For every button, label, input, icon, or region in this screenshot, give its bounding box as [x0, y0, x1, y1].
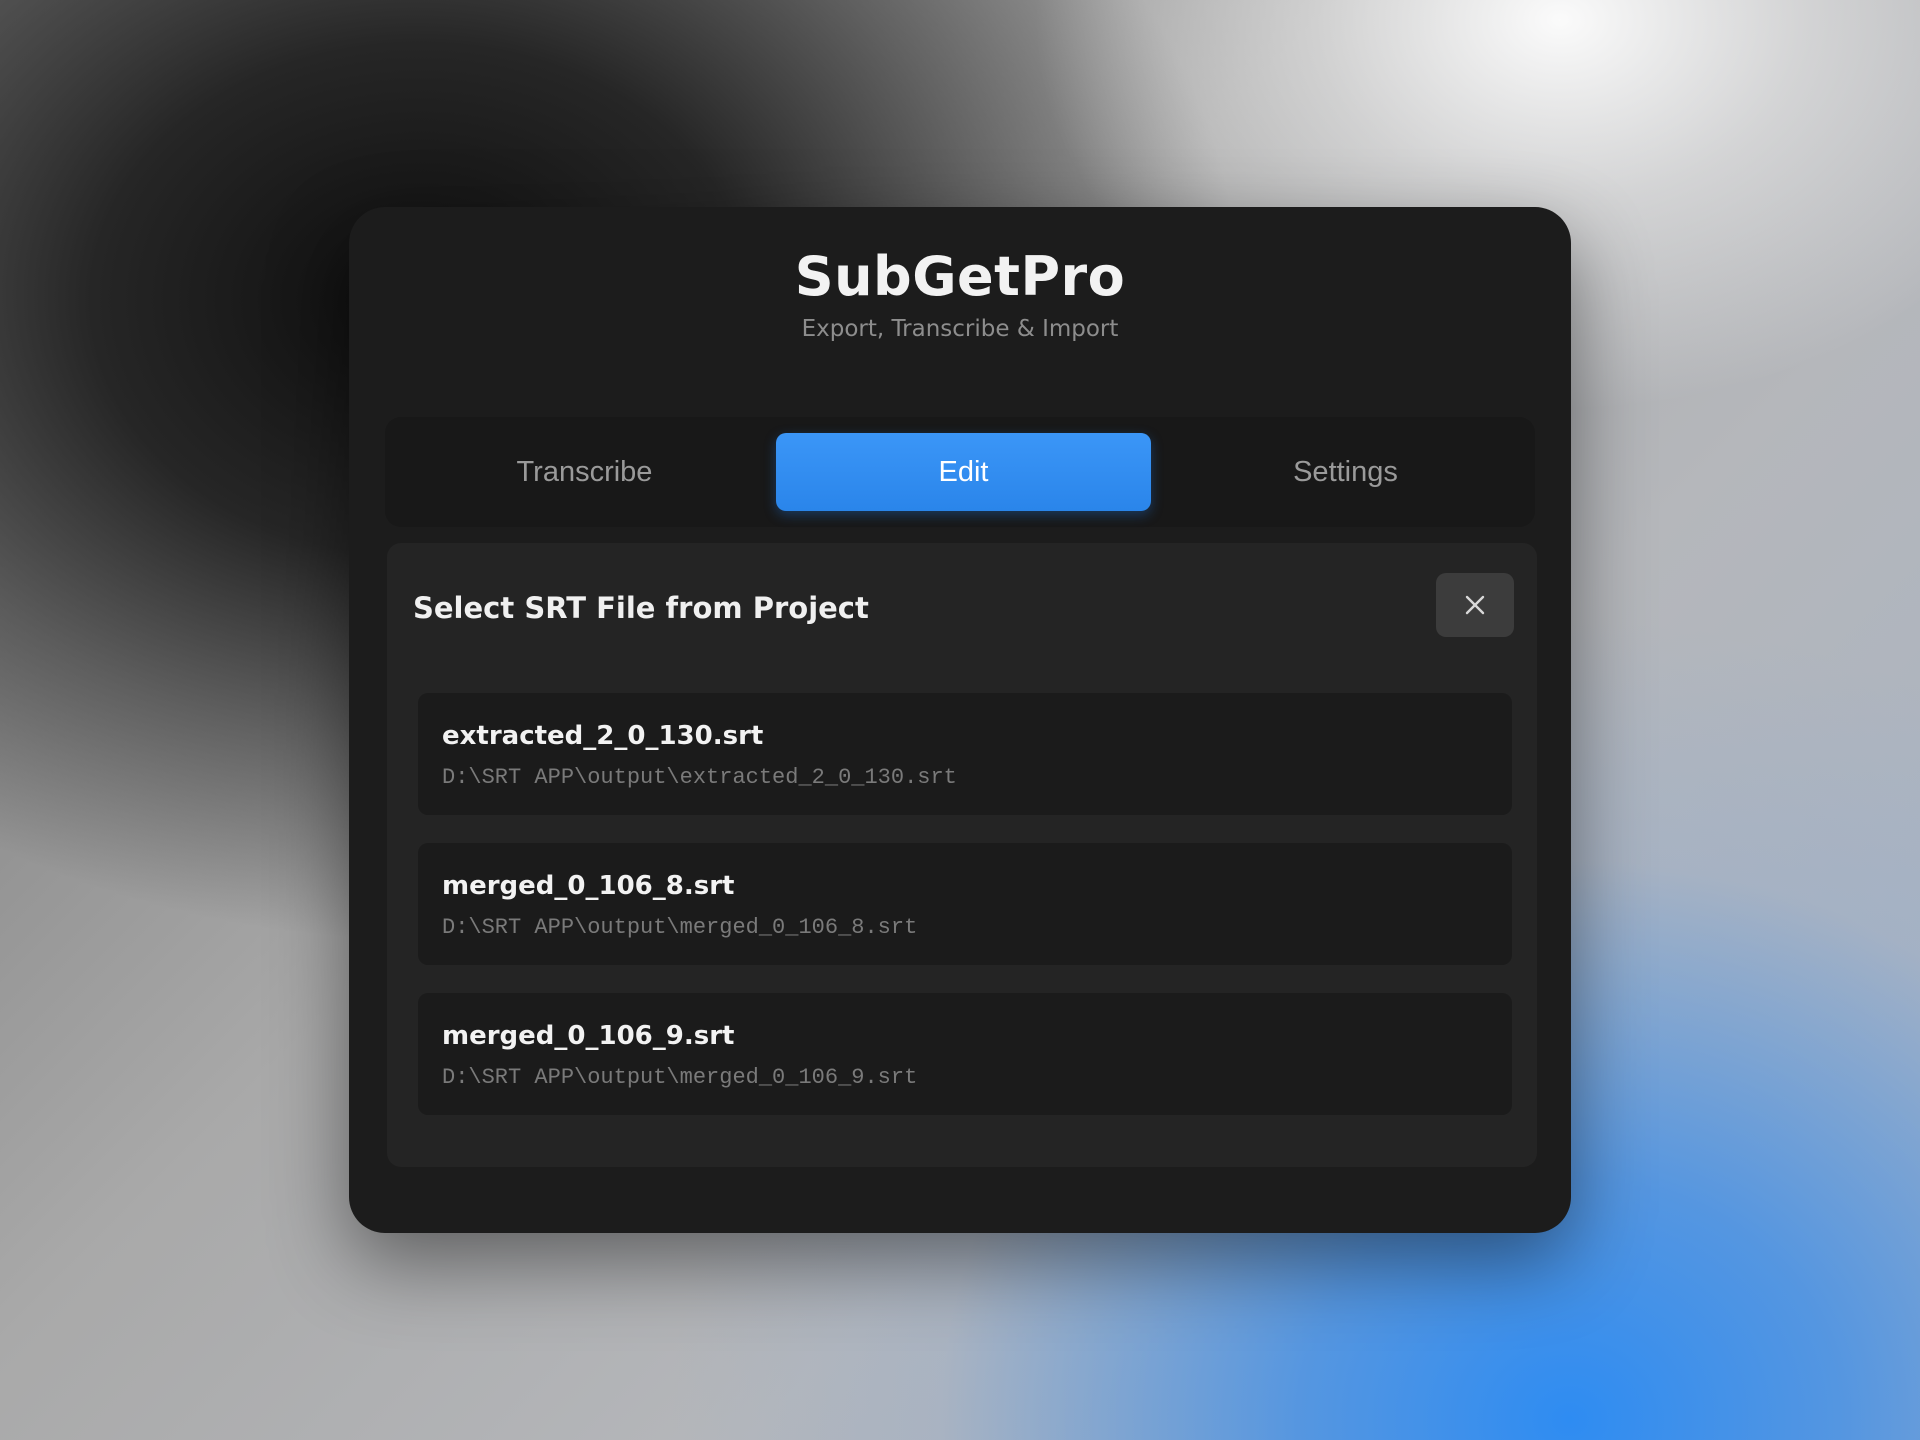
tab-bar: Transcribe Edit Settings — [385, 417, 1535, 527]
file-list-item[interactable]: merged_0_106_8.srt D:\SRT APP\output\mer… — [418, 843, 1512, 965]
tab-settings[interactable]: Settings — [1158, 433, 1533, 511]
file-list-item[interactable]: merged_0_106_9.srt D:\SRT APP\output\mer… — [418, 993, 1512, 1115]
app-subtitle: Export, Transcribe & Import — [801, 316, 1119, 343]
file-path: D:\SRT APP\output\extracted_2_0_130.srt — [442, 765, 957, 790]
file-name: extracted_2_0_130.srt — [442, 721, 764, 751]
app-window: SubGetPro Export, Transcribe & Import Tr… — [349, 207, 1571, 1233]
srt-select-dialog: Select SRT File from Project extracted_2… — [387, 543, 1537, 1167]
dialog-title: Select SRT File from Project — [413, 591, 869, 625]
file-path: D:\SRT APP\output\merged_0_106_9.srt — [442, 1065, 918, 1090]
file-name: merged_0_106_8.srt — [442, 871, 735, 901]
file-name: merged_0_106_9.srt — [442, 1021, 735, 1051]
close-button[interactable] — [1436, 573, 1514, 637]
tab-transcribe[interactable]: Transcribe — [397, 433, 772, 511]
file-path: D:\SRT APP\output\merged_0_106_8.srt — [442, 915, 918, 940]
tab-edit[interactable]: Edit — [776, 433, 1151, 511]
app-header: SubGetPro Export, Transcribe & Import — [349, 247, 1571, 344]
app-title: SubGetPro — [794, 245, 1126, 308]
close-icon — [1464, 594, 1486, 616]
file-list-item[interactable]: extracted_2_0_130.srt D:\SRT APP\output\… — [418, 693, 1512, 815]
